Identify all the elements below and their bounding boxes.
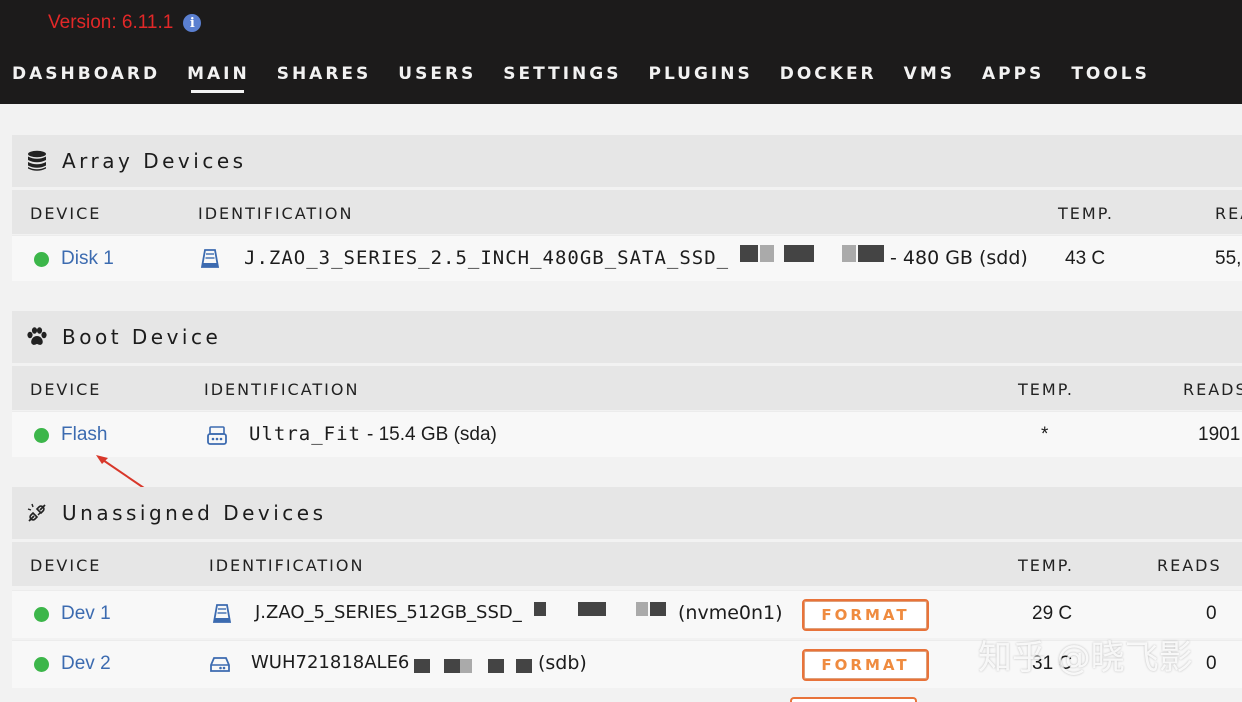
table-row: Disk 1 J.ZAO_3_SERIES_2.5_INCH_480GB_SAT…: [12, 235, 1242, 281]
col-reads: REA: [1215, 204, 1242, 223]
device-reads: 0: [1206, 653, 1217, 674]
database-icon: [26, 150, 48, 172]
array-column-headers: DEVICE IDENTIFICATION TEMP. REA: [12, 188, 1242, 234]
status-online-icon: [34, 428, 49, 443]
usb-drive-icon: [206, 424, 228, 446]
col-device: DEVICE: [30, 556, 102, 575]
boot-column-headers: DEVICE IDENTIFICATION TEMP. READS: [12, 364, 1242, 410]
redacted-serial: [516, 659, 532, 673]
nav-dashboard[interactable]: DASHBOARD: [12, 64, 160, 84]
nav-shares[interactable]: SHARES: [277, 64, 372, 84]
annotation-arrow-icon: [96, 455, 145, 489]
redacted-serial: [858, 245, 884, 262]
format-button-partial[interactable]: [790, 697, 917, 702]
status-online-icon: [34, 657, 49, 672]
col-temp: TEMP.: [1018, 380, 1074, 399]
unassigned-column-headers: DEVICE IDENTIFICATION TEMP. READS: [12, 540, 1242, 586]
redacted-serial: [760, 245, 774, 262]
status-online-icon: [34, 252, 49, 267]
main-nav: DASHBOARD MAIN SHARES USERS SETTINGS PLU…: [12, 64, 1177, 93]
hard-drive-icon: [209, 653, 231, 675]
device-link-dev2[interactable]: Dev 2: [61, 653, 111, 675]
info-icon[interactable]: i: [183, 14, 202, 32]
device-identification: J.ZAO_5_SERIES_512GB_SSD_: [255, 602, 522, 623]
redacted-serial: [842, 245, 856, 262]
status-online-icon: [34, 607, 49, 622]
device-reads: 1901: [1198, 424, 1241, 445]
device-link-dev1[interactable]: Dev 1: [61, 603, 111, 625]
device-name: (sdb): [538, 652, 587, 674]
nav-main[interactable]: MAIN: [187, 64, 250, 93]
redacted-serial: [740, 245, 758, 262]
col-temp: TEMP.: [1058, 204, 1114, 223]
redacted-serial: [414, 659, 430, 673]
col-identification: IDENTIFICATION: [198, 204, 354, 223]
redacted-serial: [534, 602, 546, 616]
nav-plugins[interactable]: PLUGINS: [648, 64, 752, 84]
device-temp: *: [1041, 424, 1049, 445]
col-device: DEVICE: [30, 204, 102, 223]
device-size: - 480 GB (sdd): [890, 247, 1028, 269]
device-identification: Ultra_Fit - 15.4 GB (sda): [249, 423, 497, 445]
nav-users[interactable]: USERS: [398, 64, 476, 84]
device-identification: WUH721818ALE6: [251, 652, 410, 673]
col-temp: TEMP.: [1018, 556, 1074, 575]
device-name: (nvme0n1): [678, 602, 783, 624]
watermark-text: 知乎 @晓飞影: [978, 638, 1193, 678]
device-temp: 43 C: [1065, 248, 1106, 269]
nav-docker[interactable]: DOCKER: [780, 64, 877, 84]
redacted-serial: [636, 602, 648, 616]
nav-vms[interactable]: VMS: [904, 64, 955, 84]
table-row: Flash Ultra_Fit - 15.4 GB (sda) * 1901: [12, 411, 1242, 457]
format-button[interactable]: FORMAT: [802, 599, 929, 631]
ssd-icon: [199, 248, 221, 270]
redacted-serial: [784, 245, 814, 262]
redacted-serial: [460, 659, 472, 673]
ssd-icon: [211, 603, 233, 625]
boot-device-title: Boot Device: [12, 311, 1242, 363]
array-devices-title: Array Devices: [12, 135, 1242, 187]
redacted-serial: [578, 602, 606, 616]
redacted-serial: [650, 602, 666, 616]
device-temp: 29 C: [1032, 603, 1073, 624]
device-link-flash[interactable]: Flash: [61, 424, 107, 446]
device-reads: 55,: [1215, 248, 1242, 269]
format-button[interactable]: FORMAT: [802, 649, 929, 681]
col-identification: IDENTIFICATION: [209, 556, 365, 575]
panel-title-text: Array Devices: [62, 149, 247, 173]
col-identification: IDENTIFICATION: [204, 380, 360, 399]
nav-tools[interactable]: TOOLS: [1071, 64, 1150, 84]
redacted-serial: [444, 659, 460, 673]
version-label: Version: 6.11.1: [48, 12, 174, 33]
device-identification: J.ZAO_3_SERIES_2.5_INCH_480GB_SATA_SSD_: [244, 247, 730, 269]
device-reads: 0: [1206, 603, 1217, 624]
unassigned-devices-title: Unassigned Devices: [12, 487, 1242, 539]
panel-title-text: Boot Device: [62, 325, 222, 349]
top-header: Version: 6.11.1 i DASHBOARD MAIN SHARES …: [0, 0, 1242, 104]
version-info: Version: 6.11.1 i: [48, 12, 202, 34]
paw-icon: [26, 326, 48, 348]
panel-title-text: Unassigned Devices: [62, 501, 327, 525]
redacted-serial: [488, 659, 504, 673]
device-link-disk1[interactable]: Disk 1: [61, 248, 114, 270]
col-reads: READS: [1157, 556, 1222, 575]
nav-settings[interactable]: SETTINGS: [503, 64, 621, 84]
col-reads: READS: [1183, 380, 1242, 399]
col-device: DEVICE: [30, 380, 102, 399]
unplugged-icon: [26, 502, 48, 524]
nav-apps[interactable]: APPS: [982, 64, 1044, 84]
